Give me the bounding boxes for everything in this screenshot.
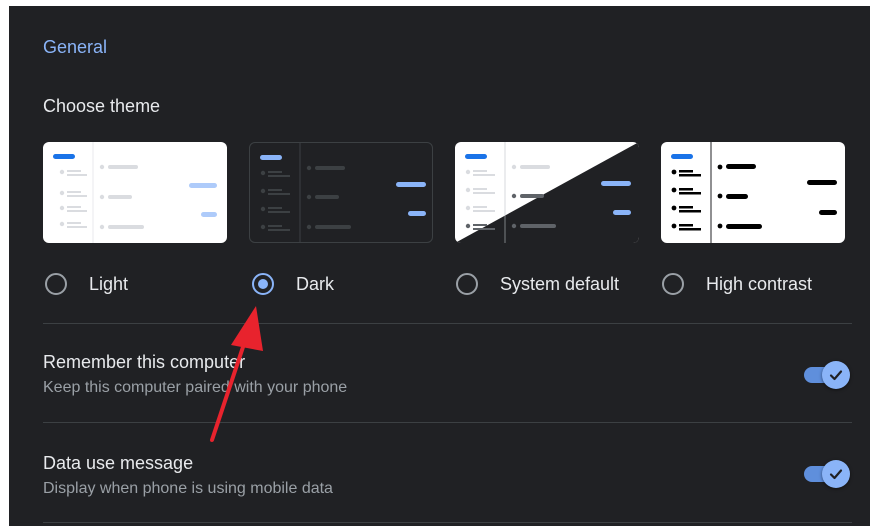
radio-button-unchecked[interactable] (662, 273, 684, 295)
light-preview-graphic (53, 142, 217, 243)
section-title-general: General (43, 37, 108, 57)
radio-dark[interactable]: Dark (252, 270, 334, 298)
radio-label-high-contrast: High contrast (706, 273, 813, 294)
choose-theme-label: Choose theme (43, 96, 161, 116)
setting-desc-data-use-message: Display when phone is using mobile data (43, 480, 333, 497)
radio-label-dark: Dark (296, 273, 335, 294)
theme-preview-system-default[interactable] (455, 142, 639, 243)
check-icon (822, 460, 850, 488)
data-use-message-toggle[interactable] (804, 459, 852, 489)
radio-high-contrast[interactable]: High contrast (662, 270, 812, 298)
theme-preview-high-contrast[interactable] (661, 142, 845, 243)
radio-button-unchecked[interactable] (456, 273, 478, 295)
system-default-preview-graphic (455, 142, 639, 243)
radio-light[interactable]: Light (45, 270, 128, 298)
theme-preview-dark[interactable] (249, 142, 433, 243)
radio-label-light: Light (89, 273, 129, 294)
setting-title-remember-computer: Remember this computer (43, 352, 246, 372)
settings-panel: General Choose theme Light Dark System d… (9, 6, 870, 526)
divider (43, 522, 852, 523)
check-icon (822, 361, 850, 389)
divider (43, 323, 852, 324)
theme-preview-light[interactable] (43, 142, 227, 243)
remember-computer-toggle[interactable] (804, 360, 852, 390)
radio-button-unchecked[interactable] (45, 273, 67, 295)
radio-system-default[interactable]: System default (456, 270, 619, 298)
setting-title-data-use-message: Data use message (43, 453, 194, 473)
setting-desc-remember-computer: Keep this computer paired with your phon… (43, 379, 348, 396)
divider (43, 422, 852, 423)
high-contrast-preview-graphic (671, 142, 837, 243)
radio-button-checked[interactable] (252, 273, 274, 295)
radio-label-system-default: System default (500, 273, 620, 294)
dark-preview-graphic (260, 143, 426, 242)
